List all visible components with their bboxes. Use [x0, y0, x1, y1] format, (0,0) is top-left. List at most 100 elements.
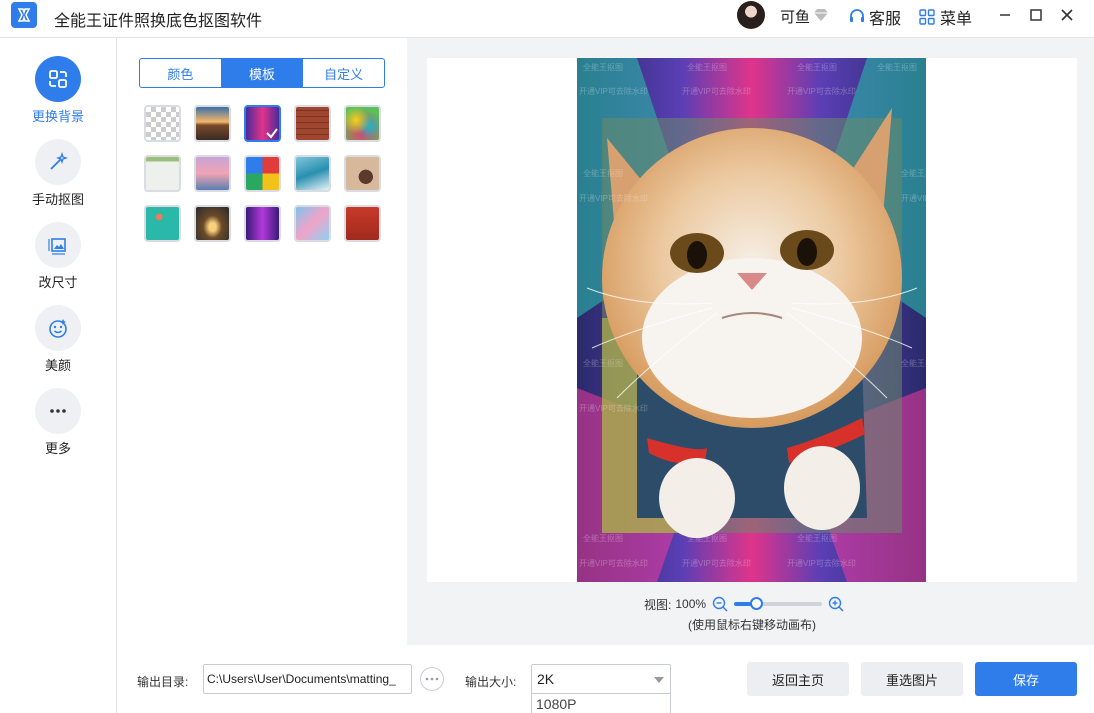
- watermark-text: 全能王抠图: [901, 169, 926, 178]
- watermark-text: 开通VIP可去除水印: [901, 194, 926, 203]
- customer-service-button[interactable]: 客服: [848, 5, 901, 29]
- maximize-button[interactable]: [1025, 4, 1047, 26]
- main-menu-label: 菜单: [940, 11, 973, 28]
- main-menu-button[interactable]: 菜单: [919, 5, 972, 29]
- output-dir-label: 输出目录:: [137, 675, 189, 689]
- nav-item-change-background[interactable]: 更换背景: [0, 56, 116, 125]
- user-avatar[interactable]: [737, 1, 765, 29]
- result-photo[interactable]: 全能王抠图 全能王抠图 全能王抠图 全能王抠图 开通VIP可去除水印 开通VIP…: [577, 58, 926, 582]
- template-thumb-neon-tunnel[interactable]: [244, 105, 281, 142]
- background-tabs: 颜色 模板 自定义: [139, 58, 385, 88]
- back-home-button[interactable]: 返回主页: [747, 662, 849, 696]
- minimize-icon: [1000, 14, 1010, 16]
- watermark-text: 全能王抠图: [583, 534, 623, 543]
- close-icon: [1061, 9, 1073, 21]
- template-thumb-brick-wall[interactable]: [294, 105, 331, 142]
- nav-item-resize[interactable]: 改尺寸: [0, 222, 116, 291]
- save-button[interactable]: 保存: [975, 662, 1077, 696]
- grid-menu-icon: [919, 9, 935, 25]
- close-button[interactable]: [1056, 4, 1078, 26]
- left-nav: 更换背景 手动抠图 改尺寸 美颜 更多: [0, 38, 117, 713]
- nav-label-change-background: 更换背景: [31, 109, 84, 124]
- watermark-text: 开通VIP可去除水印: [579, 194, 648, 203]
- dropdown-option-1080p[interactable]: 1080P: [532, 694, 670, 713]
- nav-label-manual-matting: 手动抠图: [31, 192, 84, 207]
- maximize-icon: [1030, 9, 1042, 21]
- watermark-text: 开通VIP可去除水印: [682, 87, 751, 96]
- watermark-text: 开通VIP可去除水印: [579, 559, 648, 568]
- nav-label-beauty: 美颜: [44, 358, 71, 373]
- zoom-slider[interactable]: [734, 597, 823, 610]
- watermark-text: 全能王抠图: [583, 169, 623, 178]
- watermark-text: 开通VIP可去除水印: [787, 87, 856, 96]
- template-thumb-road-sunset[interactable]: [194, 105, 231, 142]
- magic-wand-icon: [35, 139, 81, 185]
- app-window: 全能王证件照换底色抠图软件 可鱼 客服 菜单 更换背景 手动抠图 改尺寸 美颜 …: [0, 0, 1094, 713]
- zoom-value: 100%: [675, 597, 707, 611]
- template-thumb-blue-watercolor[interactable]: [294, 205, 331, 242]
- template-thumb-ocean-waves[interactable]: [294, 155, 331, 192]
- template-grid: [144, 105, 381, 242]
- template-thumb-beige-shapes[interactable]: [344, 155, 381, 192]
- zoom-controls: 视图: 100%: [644, 595, 844, 613]
- watermark-text: 开通VIP可去除水印: [579, 87, 648, 96]
- watermark-text: 全能王抠图: [901, 359, 926, 368]
- app-title: 全能王证件照换底色抠图软件: [54, 13, 263, 30]
- template-thumb-color-blocks[interactable]: [244, 155, 281, 192]
- output-size-select[interactable]: 2K: [531, 664, 671, 694]
- reselect-image-button[interactable]: 重选图片: [861, 662, 963, 696]
- swap-background-icon: [35, 56, 81, 102]
- customer-service-label: 客服: [869, 11, 902, 28]
- template-panel: 颜色 模板 自定义: [118, 38, 407, 645]
- watermark-text: 全能王抠图: [687, 63, 727, 72]
- cat-photo-image: [577, 58, 926, 582]
- watermark-text: 全能王抠图: [877, 63, 917, 72]
- more-dots-icon: [425, 677, 439, 681]
- template-thumb-purple-neon[interactable]: [244, 205, 281, 242]
- nav-item-manual-matting[interactable]: 手动抠图: [0, 139, 116, 208]
- username[interactable]: 可鱼: [780, 6, 810, 27]
- watermark-text: 开通VIP可去除水印: [682, 559, 751, 568]
- canvas-move-hint: (使用鼠标右键移动画布): [688, 618, 816, 632]
- template-thumb-color-smoke[interactable]: [344, 105, 381, 142]
- zoom-slider-handle[interactable]: [750, 597, 764, 610]
- watermark-text: 全能王抠图: [583, 359, 623, 368]
- app-logo-icon: [11, 2, 37, 28]
- smile-face-icon: [35, 305, 81, 351]
- tab-template[interactable]: 模板: [221, 59, 304, 87]
- template-thumb-transparent[interactable]: [144, 105, 181, 142]
- zoom-in-icon[interactable]: [828, 596, 844, 612]
- watermark-text: 全能王抠图: [797, 534, 837, 543]
- watermark-text: 开通VIP可去除水印: [787, 559, 856, 568]
- browse-dir-button[interactable]: [420, 667, 444, 691]
- nav-label-more: 更多: [44, 441, 71, 456]
- watermark-text: 全能王抠图: [687, 534, 727, 543]
- output-size-value: 2K: [537, 671, 555, 687]
- template-thumb-teal-flower[interactable]: [144, 205, 181, 242]
- selected-check-icon: [266, 128, 278, 139]
- template-thumb-forest-path[interactable]: [194, 205, 231, 242]
- output-size-label: 输出大小:: [465, 675, 517, 689]
- tab-color[interactable]: 颜色: [140, 59, 222, 87]
- headset-icon: [850, 9, 864, 22]
- minimize-button[interactable]: [994, 4, 1016, 26]
- template-thumb-red-door[interactable]: [344, 205, 381, 242]
- view-label: 视图:: [644, 597, 672, 612]
- chevron-down-icon: [654, 677, 664, 683]
- zoom-out-icon[interactable]: [712, 596, 728, 612]
- vip-diamond-icon[interactable]: [813, 8, 829, 27]
- nav-label-resize: 改尺寸: [38, 275, 78, 290]
- nav-item-beauty[interactable]: 美颜: [0, 305, 116, 374]
- nav-item-more[interactable]: 更多: [0, 388, 116, 457]
- template-thumb-white-wall[interactable]: [144, 155, 181, 192]
- output-dir-field[interactable]: C:\Users\User\Documents\matting_: [203, 664, 412, 694]
- template-thumb-pink-sky[interactable]: [194, 155, 231, 192]
- more-dots-icon: [35, 388, 81, 434]
- watermark-text: 全能王抠图: [583, 63, 623, 72]
- output-size-dropdown: 1080P: [531, 693, 671, 713]
- tab-custom[interactable]: 自定义: [303, 59, 384, 87]
- image-resize-icon: [35, 222, 81, 268]
- title-bar: 全能王证件照换底色抠图软件 可鱼 客服 菜单: [0, 0, 1094, 34]
- watermark-text: 开通VIP可去除水印: [579, 404, 648, 413]
- watermark-text: 全能王抠图: [797, 63, 837, 72]
